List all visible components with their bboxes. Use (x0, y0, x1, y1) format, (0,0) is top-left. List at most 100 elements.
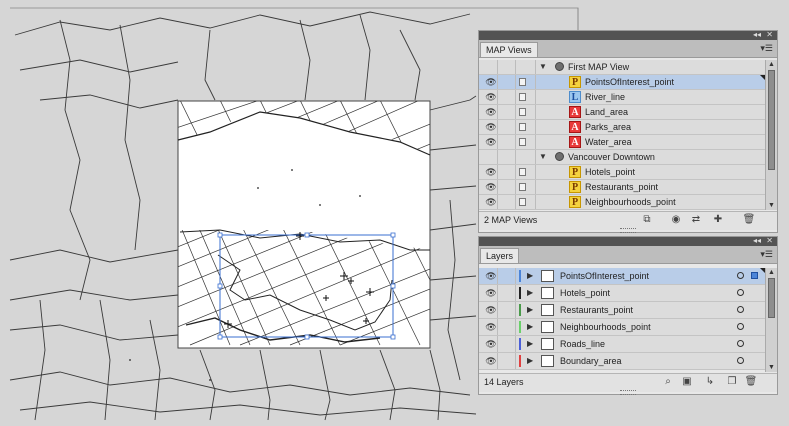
layer-row[interactable]: 👁 ▶ Hotels_point (479, 285, 765, 302)
close-icon[interactable]: ✕ (766, 30, 773, 39)
layer-row[interactable]: 👁 ▶ Boundary_area (479, 353, 765, 370)
resize-grip[interactable] (620, 390, 636, 395)
trash-icon[interactable]: 🗑 (744, 376, 758, 388)
document-icon[interactable] (519, 108, 526, 116)
eye-icon[interactable]: 👁 (484, 106, 498, 118)
layer-thumbnail (541, 287, 554, 299)
eye-icon[interactable]: 👁 (484, 121, 498, 133)
column-divider (515, 75, 516, 89)
eye-icon[interactable]: 👁 (484, 181, 498, 193)
map-views-list: ▼ First MAP View 👁 P PointsOfInterest_point 👁… (479, 60, 777, 210)
column-divider (515, 165, 516, 179)
eye-icon[interactable]: 👁 (484, 321, 498, 333)
target-circle-icon[interactable] (737, 306, 744, 313)
column-divider (515, 180, 516, 194)
panel-titlebar[interactable]: ◂◂ ✕ (479, 236, 777, 246)
target-circle-icon[interactable] (737, 289, 744, 296)
map-views-scrollbar[interactable]: ▲ ▼ (765, 60, 777, 210)
document-icon[interactable] (519, 93, 526, 101)
document-icon[interactable] (519, 183, 526, 191)
panel-titlebar[interactable]: ◂◂ ✕ (479, 30, 777, 40)
document-icon[interactable] (519, 168, 526, 176)
swap-icon[interactable]: ⇄ (689, 214, 703, 226)
column-divider (497, 90, 498, 104)
scroll-up-icon[interactable]: ▲ (766, 268, 777, 277)
eye-icon[interactable]: 👁 (484, 338, 498, 350)
disclosure-triangle-icon[interactable]: ▼ (539, 60, 547, 74)
map-view-layer-row[interactable]: 👁 A Water_area (479, 135, 765, 150)
scroll-thumb[interactable] (768, 70, 775, 170)
layer-row[interactable]: 👁 ▶ Restaurants_point (479, 302, 765, 319)
map-view-layer-label: Restaurants_point (585, 182, 659, 192)
disclosure-triangle-icon[interactable]: ▶ (527, 320, 533, 334)
scroll-down-icon[interactable]: ▼ (766, 363, 777, 372)
eye-icon[interactable]: 👁 (484, 91, 498, 103)
clipping-mask-icon[interactable]: ▣ (680, 376, 694, 388)
new-sublayer-icon[interactable]: ↳ (703, 376, 717, 388)
target-circle-icon[interactable] (737, 323, 744, 330)
document-icon[interactable] (519, 78, 526, 86)
collapse-icon[interactable]: ◂◂ (753, 236, 761, 245)
map-view-layer-label: PointsOfInterest_point (585, 77, 675, 87)
trash-icon[interactable]: 🗑 (742, 214, 756, 226)
column-divider (497, 75, 498, 89)
eye-icon[interactable]: 👁 (484, 270, 498, 282)
visibility-lock-icon[interactable]: ◉ (669, 214, 683, 226)
target-circle-icon[interactable] (737, 340, 744, 347)
collapse-icon[interactable]: ◂◂ (753, 30, 761, 39)
eye-icon[interactable]: 👁 (484, 304, 498, 316)
layers-scrollbar[interactable]: ▲ ▼ (765, 268, 777, 372)
map-view-layer-row[interactable]: 👁 A Land_area (479, 105, 765, 120)
scroll-up-icon[interactable]: ▲ (766, 60, 777, 69)
map-view-layer-row[interactable]: 👁 P Restaurants_point (479, 180, 765, 195)
document-icon[interactable] (519, 138, 526, 146)
scroll-thumb[interactable] (768, 278, 775, 318)
disclosure-triangle-icon[interactable]: ▶ (527, 337, 533, 351)
map-view-group[interactable]: ▼ First MAP View (479, 60, 765, 75)
map-view-layer-row[interactable]: 👁 P Neighbourhoods_point (479, 195, 765, 210)
tab-map-views[interactable]: MAP Views (480, 42, 538, 57)
scroll-down-icon[interactable]: ▼ (766, 201, 777, 210)
map-view-layer-row[interactable]: 👁 P PointsOfInterest_point (479, 75, 765, 90)
eye-icon[interactable]: 👁 (484, 196, 498, 208)
eye-icon[interactable]: 👁 (484, 166, 498, 178)
layer-label: Boundary_area (560, 356, 622, 366)
layer-row[interactable]: 👁 ▶ PointsOfInterest_point (479, 268, 765, 285)
disclosure-triangle-icon[interactable]: ▶ (527, 303, 533, 317)
map-view-layer-row[interactable]: 👁 P Hotels_point (479, 165, 765, 180)
column-divider (515, 285, 516, 301)
close-icon[interactable]: ✕ (766, 236, 773, 245)
tab-layers[interactable]: Layers (480, 248, 520, 263)
disclosure-triangle-icon[interactable]: ▶ (527, 286, 533, 300)
column-divider (515, 150, 516, 164)
target-circle-icon[interactable] (737, 357, 744, 364)
layer-row[interactable]: 👁 ▶ Roads_line (479, 336, 765, 353)
panel-menu-icon[interactable]: ▾☰ (760, 43, 773, 53)
eye-icon[interactable]: 👁 (484, 76, 498, 88)
layers-stack-icon[interactable]: ⧉ (640, 214, 654, 226)
disclosure-triangle-icon[interactable]: ▶ (527, 354, 533, 368)
panel-menu-icon[interactable]: ▾☰ (760, 249, 773, 259)
search-icon[interactable]: ⌕ (661, 376, 675, 388)
eye-icon[interactable]: 👁 (484, 287, 498, 299)
map-view-group[interactable]: ▼ Vancouver Downtown (479, 150, 765, 165)
target-circle-icon[interactable] (737, 272, 744, 279)
document-icon[interactable] (519, 123, 526, 131)
eye-icon[interactable]: 👁 (484, 355, 498, 367)
eye-icon[interactable]: 👁 (484, 136, 498, 148)
map-view-layer-row[interactable]: 👁 L River_line (479, 90, 765, 105)
new-layer-icon[interactable]: ❐ (725, 376, 739, 388)
selection-indicator-icon[interactable] (751, 272, 758, 279)
resize-grip[interactable] (620, 228, 636, 233)
area-layer-icon: A (569, 106, 581, 118)
map-view-layer-row[interactable]: 👁 A Parks_area (479, 120, 765, 135)
disclosure-triangle-icon[interactable]: ▼ (539, 150, 547, 164)
column-divider (535, 135, 536, 149)
column-divider (535, 90, 536, 104)
new-layer-icon[interactable]: ✚ (711, 214, 725, 226)
column-divider (497, 268, 498, 284)
disclosure-triangle-icon[interactable]: ▶ (527, 269, 533, 283)
layers-count: 14 Layers (484, 377, 524, 387)
document-icon[interactable] (519, 198, 526, 206)
layer-row[interactable]: 👁 ▶ Neighbourhoods_point (479, 319, 765, 336)
